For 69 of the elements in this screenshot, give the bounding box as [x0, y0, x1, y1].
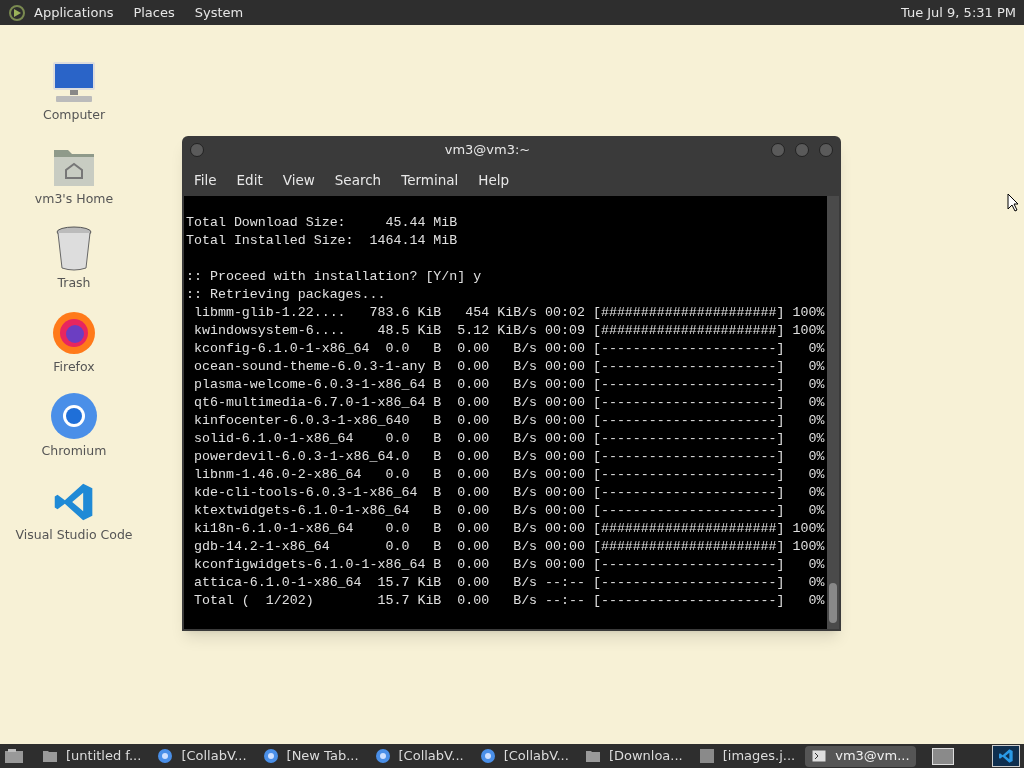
mouse-cursor-icon — [1007, 193, 1019, 212]
folder-icon — [584, 749, 601, 763]
panel-menu[interactable]: Applications — [34, 2, 114, 23]
terminal-line: ktextwidgets-6.1.0-1-x86_64 B 0.00 B/s 00:00 [----------------------] 0% — [192, 503, 825, 518]
terminal-line: Total ( 1/202) 15.7 KiB 0.00 B/s --:-- [----------------------] 0% — [192, 593, 825, 608]
trash-icon[interactable] — [54, 226, 94, 273]
clock[interactable]: Tue Jul 9, 5:31 PM — [900, 2, 1016, 23]
vscode-icon — [998, 748, 1014, 764]
minimize-button[interactable] — [771, 143, 785, 157]
terminal-icon — [811, 749, 828, 763]
terminal-line: plasma-welcome-6.0.3-1-x86_64 B 0.00 B/s 00:00 [----------------------] 0% — [192, 377, 825, 392]
terminal-line: solid-6.1.0-1-x86_64 0.0 B 0.00 B/s 00:00 [----------------------] 0% — [192, 431, 825, 446]
computer-icon[interactable] — [50, 60, 98, 105]
terminal-line: qt6-multimedia-6.7.0-1-x86_64 B 0.00 B/s 00:00 [----------------------] 0% — [192, 395, 825, 410]
taskbar-item[interactable]: [Downloa... — [578, 745, 689, 767]
browser-ring-icon — [479, 748, 496, 764]
menu-item[interactable]: Edit — [236, 169, 263, 191]
scrollbar[interactable] — [827, 196, 839, 629]
browser-ring-icon — [262, 748, 279, 764]
show-desktop-icon[interactable] — [4, 748, 24, 764]
terminal-line: kde-cli-tools-6.0.3-1-x86_64 B 0.00 B/s 00:00 [----------------------] 0% — [192, 485, 825, 500]
fox-globe-icon[interactable] — [51, 310, 97, 357]
taskbar-item[interactable]: [CollabV... — [151, 745, 253, 767]
panel-menu[interactable]: System — [194, 2, 244, 23]
window-menu-button[interactable] — [190, 143, 204, 157]
desktop-icon-label[interactable]: Chromium — [41, 442, 107, 461]
terminal-line: kconfigwidgets-6.1.0-1-x86_64 B 0.00 B/s 00:00 [----------------------] 0% — [192, 557, 825, 572]
taskbar-item[interactable]: [CollabV... — [368, 745, 470, 767]
taskbar-item[interactable]: [CollabV... — [473, 745, 575, 767]
image-icon — [698, 748, 715, 764]
terminal-line: :: Retrieving packages... — [186, 287, 386, 302]
logo-icon[interactable] — [8, 3, 26, 22]
window-title: vm3@vm3:~ — [444, 141, 531, 160]
terminal-line: kwindowsystem-6.... 48.5 KiB 5.12 KiB/s 00:09 [######################] 100% — [192, 323, 825, 338]
folder-icon — [42, 749, 58, 763]
terminal-line: kinfocenter-6.0.3-1-x86_640 B 0.00 B/s 00:00 [----------------------] 0% — [192, 413, 825, 428]
desktop-icon-label[interactable]: Visual Studio Code — [15, 526, 133, 545]
terminal-line: libnm-1.46.0-2-x86_64 0.0 B 0.00 B/s 00:00 [----------------------] 0% — [192, 467, 825, 482]
terminal-line: attica-6.1.0-1-x86_64 15.7 KiB 0.00 B/s --:-- [----------------------] 0% — [192, 575, 825, 590]
menu-item[interactable]: Help — [478, 169, 510, 191]
terminal-line: Total Download Size: 45.44 MiB — [186, 215, 458, 230]
menu-item[interactable]: File — [194, 169, 217, 191]
desktop-icon-label[interactable]: vm3's Home — [34, 190, 114, 209]
menu-item[interactable]: Terminal — [401, 169, 459, 191]
panel-menu[interactable]: Places — [133, 2, 175, 23]
desktop-icon-label[interactable]: Firefox — [53, 358, 95, 377]
taskbar-item[interactable]: [New Tab... — [256, 745, 365, 767]
terminal-line: ki18n-6.1.0-1-x86_64 0.0 B 0.00 B/s 00:00 [######################] 100% — [192, 521, 825, 536]
terminal-line: powerdevil-6.0.3-1-x86_64.0 B 0.00 B/s 00:00 [----------------------] 0% — [192, 449, 825, 464]
taskbar-item[interactable]: [images.j... — [692, 745, 802, 767]
desktop-icon-label[interactable]: Computer — [42, 106, 106, 125]
browser-ring-icon — [374, 748, 391, 764]
browser-ring-icon — [157, 748, 174, 764]
menu-item[interactable]: View — [282, 169, 315, 191]
terminal-line: Total Installed Size: 1464.14 MiB — [186, 233, 458, 248]
desktop-icon-label[interactable]: Trash — [57, 274, 91, 293]
vscode-tray-button[interactable] — [992, 745, 1020, 767]
terminal-line: kconfig-6.1.0-1-x86_64 0.0 B 0.00 B/s 00:00 [----------------------] 0% — [192, 341, 825, 356]
terminal-line: libmm-glib-1.22.... 783.6 KiB 454 KiB/s 00:02 [######################] 100% — [192, 305, 825, 320]
browser-ring-icon[interactable] — [50, 392, 98, 441]
terminal-line: :: Proceed with installation? [Y/n] y — [186, 269, 482, 284]
terminal-line: gdb-14.2-1-x86_64 0.0 B 0.00 B/s 00:00 [######################] 100% — [192, 539, 825, 554]
close-button[interactable] — [819, 143, 833, 157]
taskbar-item[interactable]: [untitled f... — [36, 745, 148, 767]
terminal-line: ocean-sound-theme-6.0.3-1-any B 0.00 B/s 00:00 [----------------------] 0% — [192, 359, 825, 374]
taskbar-item[interactable]: vm3@vm... — [805, 745, 916, 767]
workspace-switcher[interactable] — [931, 747, 954, 765]
maximize-button[interactable] — [795, 143, 809, 157]
menu-item[interactable]: Search — [334, 169, 382, 191]
